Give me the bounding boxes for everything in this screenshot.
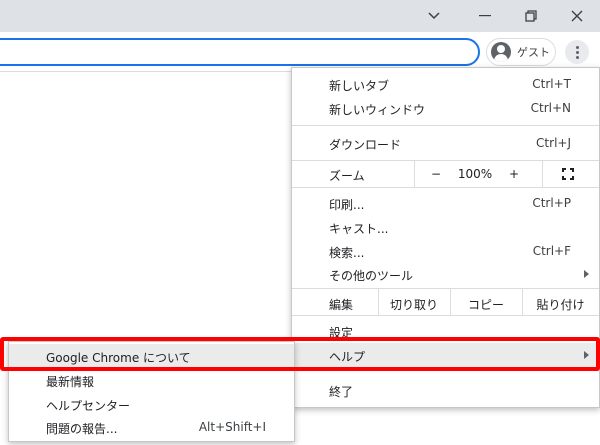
title-bar [0, 0, 600, 32]
zoom-out-button[interactable]: − [422, 167, 450, 181]
zoom-divider [542, 161, 543, 187]
menu-item-new-tab[interactable]: 新しいタブ Ctrl+T [292, 72, 599, 96]
submenu-item-report-issue[interactable]: 問題の報告... Alt+Shift+I [9, 415, 294, 439]
menu-item-cast[interactable]: キャスト... [292, 215, 599, 239]
menu-item-exit[interactable]: 終了 [292, 378, 599, 402]
menu-item-downloads[interactable]: ダウンロード Ctrl+J [292, 131, 599, 155]
toolbar: ゲスト [0, 32, 600, 72]
chevron-right-icon [584, 351, 589, 359]
zoom-value: 100% [457, 167, 493, 181]
kebab-dot-icon [575, 45, 579, 49]
zoom-divider [414, 161, 415, 187]
minimize-icon [479, 15, 491, 17]
profile-label: ゲスト [517, 46, 550, 59]
zoom-in-button[interactable]: + [500, 167, 528, 181]
cut-button[interactable]: 切り取り [378, 296, 450, 313]
menu-item-more-tools[interactable]: その他のツール [292, 262, 599, 286]
close-button[interactable] [554, 0, 600, 32]
chevron-down-icon [428, 12, 440, 20]
close-icon [571, 10, 583, 22]
submenu-item-whats-new[interactable]: 最新情報 [9, 368, 294, 392]
submenu-item-help-center[interactable]: ヘルプセンター [9, 392, 294, 416]
address-bar[interactable] [0, 38, 480, 66]
submenu-item-about-chrome[interactable]: Google Chrome について [9, 344, 294, 368]
menu-button[interactable] [565, 40, 589, 64]
tab-search-button[interactable] [411, 0, 457, 32]
restore-icon [525, 10, 537, 22]
help-submenu: Google Chrome について 最新情報 ヘルプセンター 問題の報告...… [8, 341, 295, 442]
guest-avatar-icon [491, 42, 511, 62]
menu-separator [292, 125, 599, 126]
copy-button[interactable]: コピー [450, 296, 522, 313]
minimize-button[interactable] [462, 0, 508, 32]
chrome-menu: 新しいタブ Ctrl+T 新しいウィンドウ Ctrl+N ダウンロード Ctrl… [291, 67, 600, 408]
menu-separator [292, 370, 599, 371]
profile-button[interactable]: ゲスト [486, 38, 556, 66]
menu-item-print[interactable]: 印刷... Ctrl+P [292, 191, 599, 215]
fullscreen-icon[interactable] [562, 168, 574, 180]
menu-item-help[interactable]: ヘルプ [292, 343, 599, 367]
menu-item-settings[interactable]: 設定 [292, 319, 599, 343]
menu-separator [292, 315, 599, 316]
menu-separator [292, 187, 599, 188]
menu-item-search[interactable]: 検索... Ctrl+F [292, 239, 599, 263]
restore-button[interactable] [508, 0, 554, 32]
paste-button[interactable]: 貼り付け [522, 296, 599, 313]
menu-item-new-window[interactable]: 新しいウィンドウ Ctrl+N [292, 96, 599, 120]
chevron-right-icon [584, 270, 589, 278]
